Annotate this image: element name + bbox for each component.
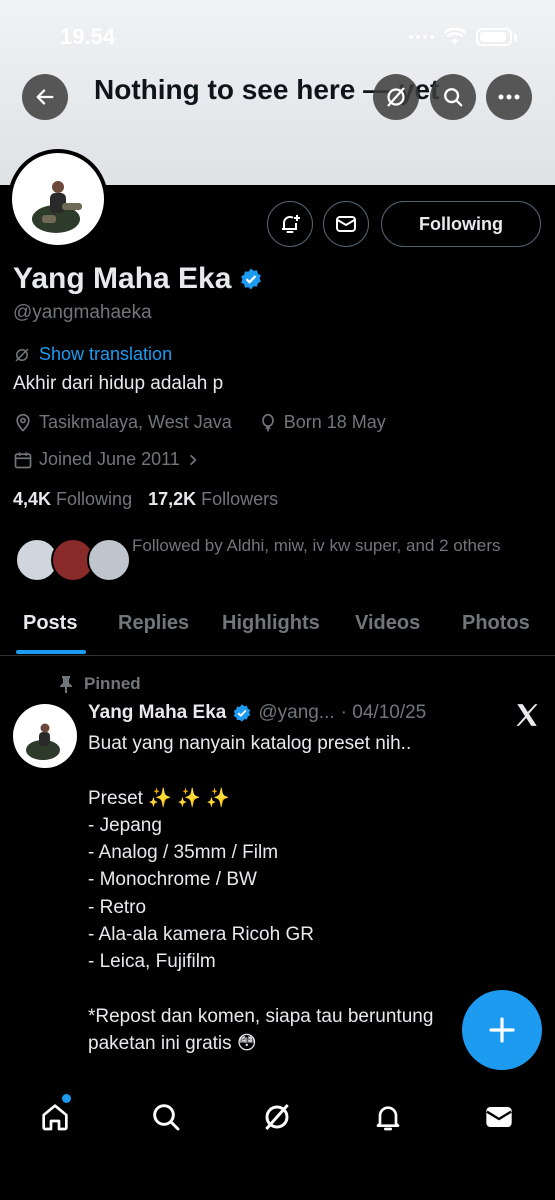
bell-icon: [376, 1106, 400, 1131]
pin-icon: [60, 676, 72, 693]
show-translation-link[interactable]: Show translation: [13, 344, 172, 365]
follower-avatar: [87, 538, 131, 582]
profile-joined-row[interactable]: Joined June 2011: [13, 449, 200, 470]
post-text: Buat yang nanyain katalog preset nih.. P…: [88, 733, 434, 1055]
notify-button[interactable]: [267, 201, 313, 247]
tab-posts[interactable]: Posts: [23, 612, 77, 635]
tab-replies[interactable]: Replies: [118, 612, 189, 635]
followers-label: Followers: [201, 489, 279, 509]
tab-highlights[interactable]: Highlights: [222, 612, 320, 635]
more-button[interactable]: [486, 74, 532, 120]
followers-count-link[interactable]: 17,2K Followers: [148, 489, 278, 510]
back-button[interactable]: [22, 74, 68, 120]
verified-badge-icon: [234, 704, 251, 722]
bell-plus-icon: [282, 215, 300, 233]
avatar-illustration: [26, 723, 60, 760]
location-pin-icon: [16, 413, 30, 432]
x-logo-icon: [516, 704, 538, 726]
profile-birthday: Born 18 May: [283, 412, 386, 432]
nav-home[interactable]: [38, 1100, 72, 1134]
avatar-illustration: [32, 181, 82, 233]
profile-joined: Joined June 2011: [39, 449, 180, 469]
post-author-avatar[interactable]: [13, 704, 77, 768]
verified-badge-icon: [241, 268, 262, 290]
grok-button[interactable]: [373, 74, 419, 120]
home-icon: [42, 1104, 68, 1131]
calendar-icon: [14, 452, 32, 468]
arrow-left-icon: [36, 89, 54, 105]
post-date: · 04/10/25: [340, 702, 427, 723]
more-icon: [498, 94, 520, 100]
home-notification-dot: [62, 1094, 71, 1103]
search-icon: [153, 1104, 180, 1131]
profile-bio: Akhir dari hidup adalah p: [13, 373, 224, 394]
grok-icon: [265, 1104, 289, 1130]
battery-icon: [476, 28, 512, 46]
avatar-photo: [12, 153, 104, 245]
search-button[interactable]: [430, 74, 476, 120]
bottom-navigation: [0, 1082, 555, 1200]
post-header: Yang Maha Eka @yang... · 04/10/25: [88, 702, 426, 724]
grok-icon: [387, 87, 405, 107]
post-author-handle[interactable]: @yang...: [258, 702, 334, 724]
balloon-icon: [261, 413, 274, 431]
envelope-icon: [486, 1107, 512, 1127]
signal-icon: [409, 35, 434, 39]
translate-icon: [15, 347, 29, 362]
following-count-link[interactable]: 4,4K Following: [13, 489, 132, 510]
nav-messages[interactable]: [482, 1100, 516, 1134]
followed-by-text[interactable]: Followed by Aldhi, miw, iv kw super, and…: [132, 533, 512, 559]
tab-photos[interactable]: Photos: [462, 612, 530, 635]
status-time: 19.54: [60, 24, 116, 49]
status-icons: [409, 28, 517, 46]
compose-post-button[interactable]: [462, 990, 542, 1070]
wifi-icon: [444, 28, 466, 44]
plus-icon: [489, 1017, 515, 1043]
pinned-label: Pinned: [84, 674, 141, 693]
active-tab-indicator: [16, 650, 86, 654]
nav-grok[interactable]: [260, 1100, 294, 1134]
pinned-label-row: Pinned: [58, 674, 141, 694]
profile-meta-row: Tasikmalaya, West Java Born 18 May: [13, 412, 386, 433]
followers-count: 17,2K: [148, 489, 197, 509]
message-button[interactable]: [323, 201, 369, 247]
profile-tabs: Posts Replies Highlights Videos Photos: [0, 600, 555, 656]
followed-by-avatars[interactable]: [15, 538, 131, 584]
tab-videos[interactable]: Videos: [355, 612, 420, 635]
search-icon: [444, 88, 463, 107]
following-label: Following: [56, 489, 133, 509]
chevron-right-icon: [189, 454, 197, 465]
nav-notifications[interactable]: [371, 1100, 405, 1134]
profile-avatar[interactable]: [8, 149, 108, 249]
show-translation-label[interactable]: Show translation: [39, 344, 172, 365]
profile-location: Tasikmalaya, West Java: [39, 412, 232, 432]
following-button[interactable]: Following: [381, 201, 541, 247]
follow-counts: 4,4K Following 17,2K Followers: [13, 489, 278, 510]
envelope-icon: [336, 216, 356, 232]
profile-name: Yang Maha Eka: [13, 262, 232, 295]
nav-search[interactable]: [149, 1100, 183, 1134]
profile-name-row: Yang Maha Eka: [13, 262, 263, 296]
post-author-name[interactable]: Yang Maha Eka: [88, 702, 226, 724]
profile-handle: @yangmahaeka: [13, 302, 152, 323]
following-count: 4,4K: [13, 489, 52, 509]
